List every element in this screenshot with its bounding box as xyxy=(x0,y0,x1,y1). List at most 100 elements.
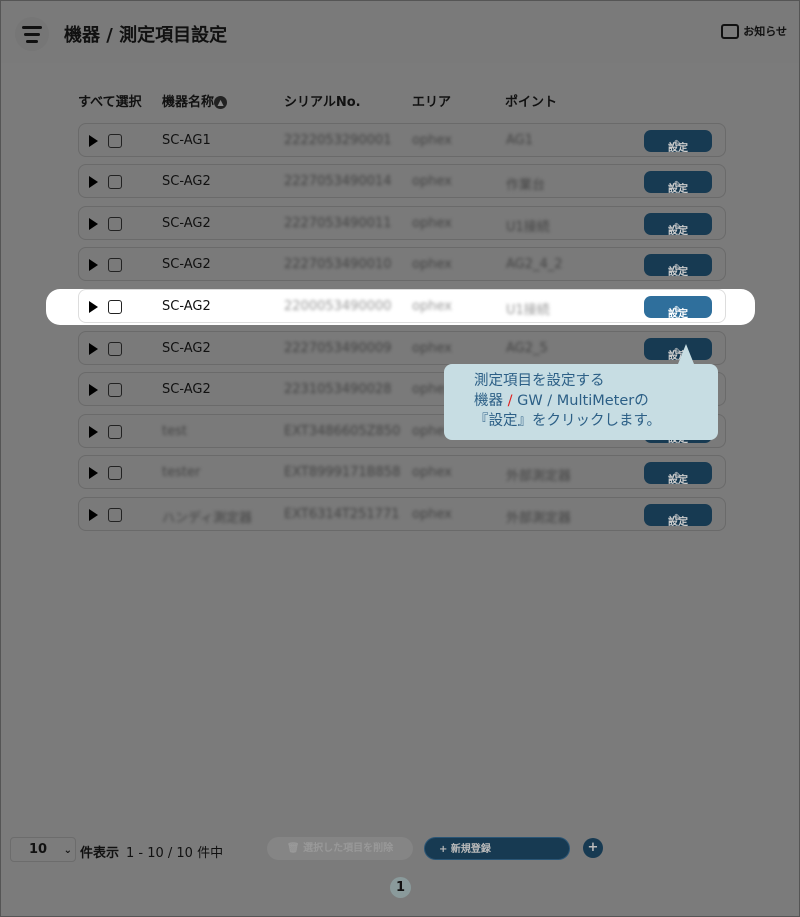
point: AG2_5 xyxy=(506,341,548,356)
settings-label: 設定 xyxy=(668,309,688,320)
expand-icon[interactable] xyxy=(89,426,98,438)
notice-label: お知らせ xyxy=(743,25,787,38)
col-area: エリア xyxy=(412,95,452,110)
settings-label: 設定 xyxy=(668,184,688,195)
table-row: ハンディ測定器 EXT6314T251771 ophex 外部測定器 ✎ 設定 xyxy=(78,497,726,531)
row-checkbox[interactable] xyxy=(108,342,122,356)
device-name: SC-AG2 xyxy=(162,216,211,231)
point: AG1 xyxy=(506,133,534,148)
serial-no: 2200053490000 xyxy=(284,299,392,314)
sort-asc-icon[interactable]: ▲ xyxy=(214,96,228,109)
col-name[interactable]: 機器名称 ▲ xyxy=(162,91,228,110)
tooltip-text: 機器 xyxy=(474,393,503,409)
settings-button[interactable]: ✎設定 xyxy=(644,296,712,320)
message-icon xyxy=(721,23,740,39)
device-name: ハンディ測定器 xyxy=(162,511,253,526)
expand-icon[interactable] xyxy=(89,135,98,147)
menu-button[interactable] xyxy=(15,17,49,51)
serial-no: EXT6314T251771 xyxy=(284,507,400,522)
tooltip-line: 測定項目を設定する xyxy=(474,373,605,389)
area: ophex xyxy=(412,216,452,231)
expand-icon[interactable] xyxy=(89,467,98,479)
tooltip-line: 機器 / GW / MultiMeterの xyxy=(474,391,718,411)
expand-icon[interactable] xyxy=(89,384,98,396)
row-checkbox[interactable] xyxy=(108,466,122,480)
serial-no: EXT8999171B858 xyxy=(284,465,401,480)
serial-no: 2227053490010 xyxy=(284,257,392,272)
select-all[interactable]: すべて選択 xyxy=(78,91,142,110)
device-name: SC-AG2 xyxy=(162,299,211,314)
area: ophex xyxy=(412,174,452,189)
area: ophex xyxy=(412,257,452,272)
table-row: SC-AG2 2200053490000 ophex U1接続 ✎ 設定 xyxy=(78,289,726,323)
settings-label: 設定 xyxy=(668,143,688,154)
row-checkbox[interactable] xyxy=(108,508,122,522)
notice-button[interactable]: お知らせ xyxy=(721,23,787,39)
tooltip-text: GW / MultiMeterの xyxy=(517,393,649,409)
device-name: SC-AG1 xyxy=(162,133,211,148)
header: 機器 / 測定項目設定 お知らせ xyxy=(1,1,799,63)
range-text: 1 - 10 / 10 件中 xyxy=(126,846,224,861)
trash-icon: 🗑 xyxy=(286,843,300,854)
page-1[interactable]: 1 xyxy=(390,877,411,898)
point: AG2_4_2 xyxy=(506,257,563,272)
tooltip: 測定項目を設定する 機器 / GW / MultiMeterの 『設定』をクリッ… xyxy=(444,344,718,440)
expand-icon[interactable] xyxy=(89,509,98,521)
serial-no: EXT3486605Z850 xyxy=(284,424,401,439)
point: 外部測定器 xyxy=(506,511,572,526)
table-row: tester EXT8999171B858 ophex 外部測定器 ✎ 設定 xyxy=(78,455,726,489)
settings-button[interactable]: ✎設定 xyxy=(644,171,712,195)
add-button[interactable]: + xyxy=(583,838,603,858)
chevron-down-icon: ⌄ xyxy=(63,845,73,856)
device-name: SC-AG2 xyxy=(162,174,211,189)
col-point: ポイント xyxy=(505,95,558,110)
expand-icon[interactable] xyxy=(89,343,98,355)
col-name-label: 機器名称 xyxy=(162,95,215,110)
row-checkbox[interactable] xyxy=(108,425,122,439)
area: ophex xyxy=(412,465,452,480)
col-serial: シリアルNo. xyxy=(284,95,361,110)
settings-button[interactable]: ✎設定 xyxy=(644,254,712,278)
settings-label: 設定 xyxy=(668,226,688,237)
serial-no: 2231053490028 xyxy=(284,382,392,397)
serial-no: 2227053490014 xyxy=(284,174,392,189)
table-row: SC-AG2 2227053490014 ophex 作業台 ✎ 設定 xyxy=(78,164,726,198)
point: U1接続 xyxy=(506,220,550,235)
row-checkbox[interactable] xyxy=(108,383,122,397)
serial-no: 2227053490009 xyxy=(284,341,392,356)
settings-label: 設定 xyxy=(668,475,688,486)
expand-icon[interactable] xyxy=(89,218,98,230)
expand-icon[interactable] xyxy=(89,259,98,271)
per-page-select[interactable]: 10 ⌄ xyxy=(10,837,76,862)
page-title: 機器 / 測定項目設定 xyxy=(64,25,228,46)
device-name: SC-AG2 xyxy=(162,382,211,397)
table-row: SC-AG2 2227053490009 ophex AG2_5 ✎設定 xyxy=(78,331,726,365)
per-page-value: 10 xyxy=(29,842,48,857)
settings-button[interactable]: ✎設定 xyxy=(644,462,712,486)
point: 外部測定器 xyxy=(506,469,572,484)
row-checkbox[interactable] xyxy=(108,300,122,314)
settings-button[interactable]: ✎設定 xyxy=(644,213,712,237)
delete-selected-button[interactable]: 🗑 選択した項目を削除 xyxy=(267,837,413,860)
table-row: SC-AG2 2227053490011 ophex U1接続 ✎ 設定 xyxy=(78,206,726,240)
new-register-button[interactable]: + 新規登録 xyxy=(424,837,570,860)
row-checkbox[interactable] xyxy=(108,175,122,189)
tooltip-line: 『設定』をクリックします。 xyxy=(474,413,662,429)
expand-icon[interactable] xyxy=(89,301,98,313)
device-name: test xyxy=(162,424,187,439)
row-checkbox[interactable] xyxy=(108,258,122,272)
device-name: tester xyxy=(162,465,201,480)
table-row: SC-AG1 2222053290001 ophex AG1 ✎ 設定 xyxy=(78,123,726,157)
expand-icon[interactable] xyxy=(89,176,98,188)
serial-no: 2227053490011 xyxy=(284,216,392,231)
settings-button[interactable]: ✎設定 xyxy=(644,504,712,528)
area: ophex xyxy=(412,299,452,314)
settings-button[interactable]: ✎設定 xyxy=(644,130,712,154)
serial-no: 2222053290001 xyxy=(284,133,392,148)
per-page-label: 件表示 xyxy=(80,846,120,861)
row-checkbox[interactable] xyxy=(108,217,122,231)
row-checkbox[interactable] xyxy=(108,134,122,148)
tooltip-slash: / xyxy=(507,393,513,409)
point: 作業台 xyxy=(506,178,546,193)
settings-label: 設定 xyxy=(668,267,688,278)
